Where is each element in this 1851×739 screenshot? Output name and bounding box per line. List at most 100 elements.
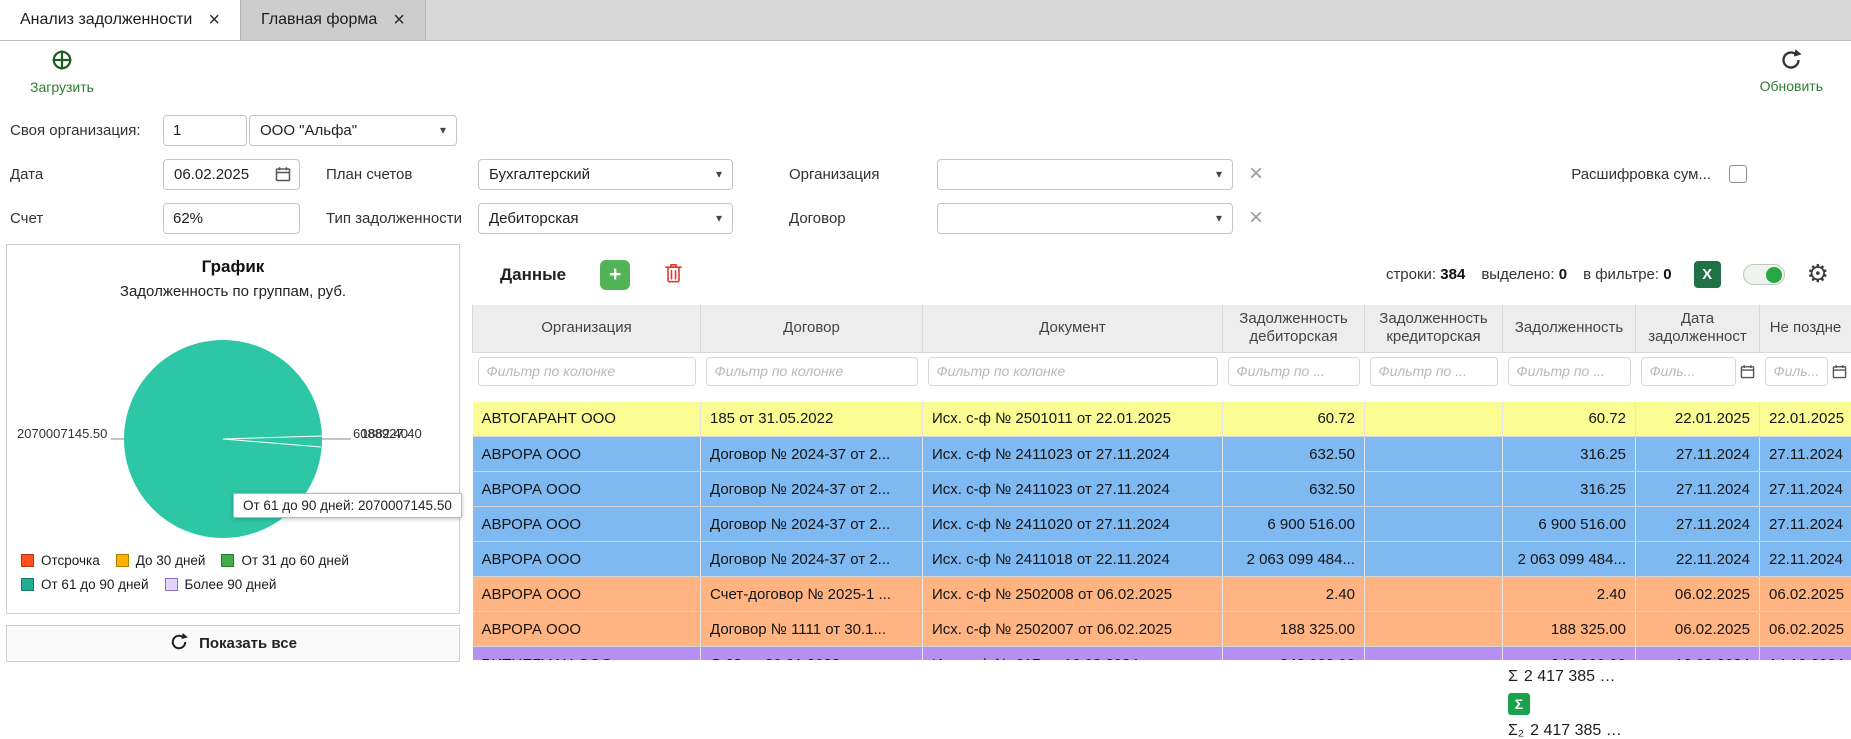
- legend-item[interactable]: Более 90 дней: [165, 577, 277, 592]
- cell[interactable]: 2 063 099 484...: [1223, 542, 1365, 577]
- cell[interactable]: 316.25: [1503, 437, 1636, 472]
- cell[interactable]: 6 900 516.00: [1503, 507, 1636, 542]
- column-header[interactable]: Документ: [923, 305, 1223, 352]
- cell[interactable]: Договор № 2024-37 от 2...: [701, 542, 923, 577]
- filter-input[interactable]: [478, 357, 696, 386]
- cell[interactable]: 22.11.2024: [1760, 542, 1851, 577]
- cell[interactable]: Договор № 1111 от 30.1...: [701, 612, 923, 647]
- table-row[interactable]: АВРОРА ОООДоговор № 2024-37 от 2...Исх. …: [473, 507, 1851, 542]
- filter-input[interactable]: [1370, 357, 1498, 386]
- contract-clear-icon[interactable]: ×: [1249, 206, 1263, 230]
- cell[interactable]: 6 900 516.00: [1223, 507, 1365, 542]
- cell[interactable]: 2.40: [1503, 577, 1636, 612]
- table-row[interactable]: АВРОРА ОООСчет-договор № 2025-1 ...Исх. …: [473, 577, 1851, 612]
- date-field[interactable]: [163, 159, 300, 190]
- cell[interactable]: ВИТНЕГМАН ООО: [473, 647, 701, 661]
- cell[interactable]: Исх. с-ф № 617 от 16.08.2024: [923, 647, 1223, 661]
- cell[interactable]: [1365, 577, 1503, 612]
- cell[interactable]: 243 000.00: [1223, 647, 1365, 661]
- cell[interactable]: 2 063 099 484...: [1503, 542, 1636, 577]
- cell[interactable]: 22.01.2025: [1636, 402, 1760, 437]
- cell[interactable]: 27.11.2024: [1636, 437, 1760, 472]
- legend-item[interactable]: Отсрочка: [21, 553, 100, 568]
- cell[interactable]: 27.11.2024: [1760, 437, 1851, 472]
- cell[interactable]: Счет-договор № 2025-1 ...: [701, 577, 923, 612]
- cell[interactable]: Исх. с-ф № 2411023 от 27.11.2024: [923, 437, 1223, 472]
- table-row[interactable]: АВРОРА ОООДоговор № 2024-37 от 2...Исх. …: [473, 542, 1851, 577]
- cell[interactable]: АВРОРА ООО: [473, 577, 701, 612]
- filter-input[interactable]: [928, 357, 1218, 386]
- calendar-icon[interactable]: [1740, 364, 1755, 379]
- column-header[interactable]: Дата задолженност: [1636, 305, 1760, 352]
- cell[interactable]: 316.25: [1503, 472, 1636, 507]
- cell[interactable]: 14.10.2024: [1760, 647, 1851, 661]
- debt-type-select[interactable]: Дебиторская ▾: [478, 203, 733, 234]
- cell[interactable]: [1365, 402, 1503, 437]
- column-header[interactable]: Договор: [701, 305, 923, 352]
- cell[interactable]: 60.72: [1503, 402, 1636, 437]
- cell[interactable]: 188 325.00: [1223, 612, 1365, 647]
- cell[interactable]: 06.02.2025: [1760, 612, 1851, 647]
- calendar-icon[interactable]: [275, 166, 291, 182]
- tab-main-form[interactable]: Главная форма ×: [240, 0, 426, 40]
- cell[interactable]: Д-63 от 30.01.2023: [701, 647, 923, 661]
- settings-button[interactable]: ⚙: [1807, 262, 1829, 287]
- cell[interactable]: [1365, 507, 1503, 542]
- refresh-button[interactable]: Обновить: [1760, 48, 1823, 94]
- cell[interactable]: АВРОРА ООО: [473, 542, 701, 577]
- filter-input[interactable]: [1508, 357, 1631, 386]
- own-org-select[interactable]: ООО "Альфа" ▾: [249, 115, 457, 146]
- cell[interactable]: Договор № 2024-37 от 2...: [701, 507, 923, 542]
- date-input[interactable]: [172, 165, 269, 184]
- filter-input[interactable]: [706, 357, 918, 386]
- column-header[interactable]: Задолженность: [1503, 305, 1636, 352]
- filter-toggle[interactable]: [1743, 264, 1785, 285]
- cell[interactable]: 632.50: [1223, 472, 1365, 507]
- legend-item[interactable]: От 61 до 90 дней: [21, 577, 149, 592]
- cell[interactable]: 27.11.2024: [1760, 507, 1851, 542]
- cell[interactable]: 60.72: [1223, 402, 1365, 437]
- cell[interactable]: АВРОРА ООО: [473, 472, 701, 507]
- load-button[interactable]: Загрузить: [30, 47, 94, 95]
- cell[interactable]: 27.11.2024: [1760, 472, 1851, 507]
- cell[interactable]: 632.50: [1223, 437, 1365, 472]
- add-row-button[interactable]: +: [600, 260, 630, 290]
- contract-select[interactable]: ▾: [937, 203, 1233, 234]
- cell[interactable]: [1365, 612, 1503, 647]
- cell[interactable]: АВТОГАРАНТ ООО: [473, 402, 701, 437]
- tab-debt-analysis[interactable]: Анализ задолженности ×: [0, 0, 240, 40]
- table-row[interactable]: ВИТНЕГМАН ОООД-63 от 30.01.2023Исх. с-ф …: [473, 647, 1851, 661]
- cell[interactable]: Исх. с-ф № 2502008 от 06.02.2025: [923, 577, 1223, 612]
- cell[interactable]: 22.11.2024: [1636, 542, 1760, 577]
- cell[interactable]: 06.02.2025: [1760, 577, 1851, 612]
- calendar-icon[interactable]: [1832, 364, 1847, 379]
- cell[interactable]: 16.08.2024: [1636, 647, 1760, 661]
- cell[interactable]: 185 от 31.05.2022: [701, 402, 923, 437]
- cell[interactable]: Исх. с-ф № 2411018 от 22.11.2024: [923, 542, 1223, 577]
- delete-row-button[interactable]: [664, 262, 683, 287]
- filter-input[interactable]: [1641, 357, 1736, 386]
- cell[interactable]: [1365, 472, 1503, 507]
- cell[interactable]: Исх. с-ф № 2501011 от 22.01.2025: [923, 402, 1223, 437]
- close-icon[interactable]: ×: [393, 10, 405, 30]
- legend-item[interactable]: До 30 дней: [116, 553, 206, 568]
- cell[interactable]: [1365, 542, 1503, 577]
- cell[interactable]: 243 000.00: [1503, 647, 1636, 661]
- cell[interactable]: 2.40: [1223, 577, 1365, 612]
- cell[interactable]: [1365, 647, 1503, 661]
- own-org-code-input[interactable]: [163, 115, 247, 146]
- excel-export-button[interactable]: X: [1694, 261, 1721, 288]
- cell[interactable]: 27.11.2024: [1636, 507, 1760, 542]
- table-row[interactable]: АВРОРА ОООДоговор № 2024-37 от 2...Исх. …: [473, 472, 1851, 507]
- chart-of-accounts-select[interactable]: Бухгалтерский ▾: [478, 159, 733, 190]
- organization-clear-icon[interactable]: ×: [1249, 162, 1263, 186]
- cell[interactable]: АВРОРА ООО: [473, 507, 701, 542]
- table-row[interactable]: АВРОРА ОООДоговор № 1111 от 30.1...Исх. …: [473, 612, 1851, 647]
- column-header[interactable]: Организация: [473, 305, 701, 352]
- cell[interactable]: Договор № 2024-37 от 2...: [701, 437, 923, 472]
- cell[interactable]: Исх. с-ф № 2411020 от 27.11.2024: [923, 507, 1223, 542]
- table-row[interactable]: АВТОГАРАНТ ООО185 от 31.05.2022Исх. с-ф …: [473, 402, 1851, 437]
- cell[interactable]: [1365, 437, 1503, 472]
- filter-input[interactable]: [1765, 357, 1828, 386]
- organization-select[interactable]: ▾: [937, 159, 1233, 190]
